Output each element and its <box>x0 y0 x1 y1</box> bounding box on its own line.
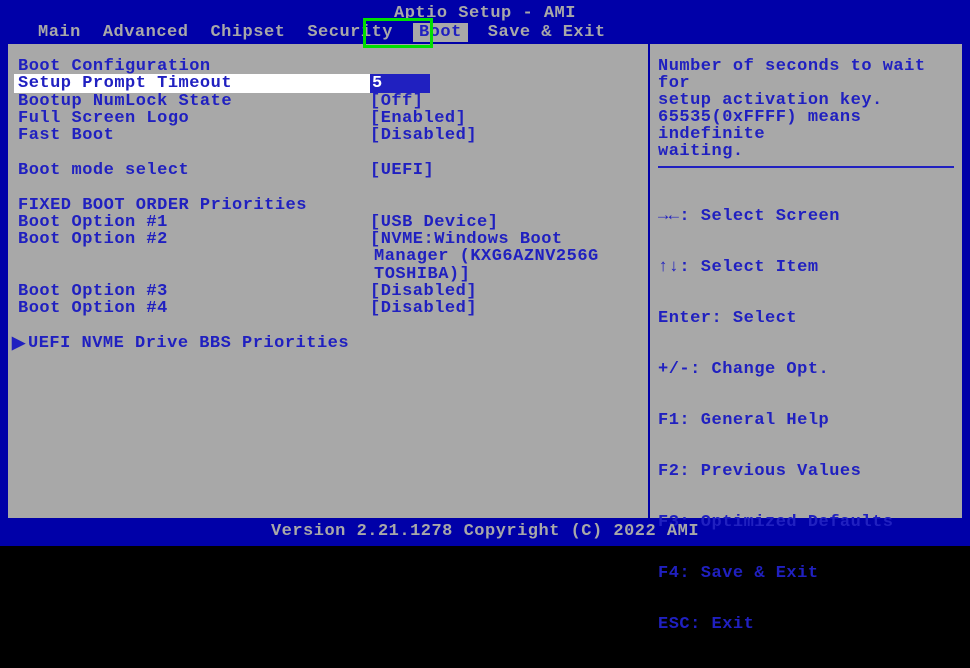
boot-option-1-row[interactable]: Boot Option #1 [USB Device] <box>14 214 642 231</box>
title-bar: Aptio Setup - AMI <box>0 0 970 22</box>
key-esc: ESC: Exit <box>658 616 954 633</box>
key-f1: F1: General Help <box>658 412 954 429</box>
settings-panel: Boot Configuration Setup Prompt Timeout … <box>6 42 648 520</box>
bios-setup-screen: Aptio Setup - AMI Main Advanced Chipset … <box>0 0 970 546</box>
bootup-numlock-value[interactable]: [Off] <box>370 92 642 111</box>
fullscreen-logo-row[interactable]: Full Screen Logo [Enabled] <box>14 110 642 127</box>
boot-option-2-row[interactable]: Boot Option #2 [NVME:Windows Boot <box>14 231 642 248</box>
key-f3: F3: Optimized Defaults <box>658 514 954 531</box>
menu-security[interactable]: Security <box>305 23 395 42</box>
help-line: 65535(0xFFFF) means indefinite <box>658 109 954 143</box>
boot-option-4-label: Boot Option #4 <box>14 299 370 318</box>
menu-chipset[interactable]: Chipset <box>208 23 287 42</box>
key-help: →←: Select Screen ↑↓: Select Item Enter:… <box>658 174 954 667</box>
menu-advanced[interactable]: Advanced <box>101 23 191 42</box>
key-select-item: ↑↓: Select Item <box>658 259 954 276</box>
boot-mode-label: Boot mode select <box>14 161 370 180</box>
uefi-nvme-submenu-row[interactable]: ▶ UEFI NVME Drive BBS Priorities <box>14 335 642 352</box>
menu-bar: Main Advanced Chipset Security Boot Save… <box>0 22 970 42</box>
boot-configuration-header: Boot Configuration <box>14 58 642 75</box>
help-divider <box>658 166 954 168</box>
key-f4: F4: Save & Exit <box>658 565 954 582</box>
fullscreen-logo-label: Full Screen Logo <box>14 109 370 128</box>
boot-option-4-row[interactable]: Boot Option #4 [Disabled] <box>14 300 642 317</box>
fixed-boot-order-header: FIXED BOOT ORDER Priorities <box>14 196 642 213</box>
help-line: Number of seconds to wait for <box>658 58 954 92</box>
bootup-numlock-label: Bootup NumLock State <box>14 92 370 111</box>
fullscreen-logo-value[interactable]: [Enabled] <box>370 109 642 128</box>
blank-row <box>14 179 642 196</box>
main-area: Boot Configuration Setup Prompt Timeout … <box>0 42 970 520</box>
blank-row <box>14 144 642 161</box>
fast-boot-row[interactable]: Fast Boot [Disabled] <box>14 127 642 144</box>
key-select-screen: →←: Select Screen <box>658 208 954 225</box>
boot-option-3-value[interactable]: [Disabled] <box>370 282 642 301</box>
boot-option-1-value[interactable]: [USB Device] <box>370 213 642 232</box>
help-line: waiting. <box>658 143 954 160</box>
fast-boot-label: Fast Boot <box>14 126 370 145</box>
boot-option-2-value-cont1: Manager (KXG6AZNV256G <box>14 248 642 265</box>
key-change: +/-: Change Opt. <box>658 361 954 378</box>
key-f2: F2: Previous Values <box>658 463 954 480</box>
boot-option-3-label: Boot Option #3 <box>14 282 370 301</box>
boot-option-1-label: Boot Option #1 <box>14 213 370 232</box>
key-enter: Enter: Select <box>658 310 954 327</box>
setup-prompt-timeout-label: Setup Prompt Timeout <box>14 74 370 93</box>
boot-mode-value[interactable]: [UEFI] <box>370 161 642 180</box>
help-text: Number of seconds to wait for setup acti… <box>658 58 954 160</box>
bootup-numlock-row[interactable]: Bootup NumLock State [Off] <box>14 93 642 110</box>
boot-option-3-row[interactable]: Boot Option #3 [Disabled] <box>14 283 642 300</box>
boot-option-2-label: Boot Option #2 <box>14 230 370 249</box>
boot-mode-row[interactable]: Boot mode select [UEFI] <box>14 162 642 179</box>
menu-boot[interactable]: Boot <box>413 23 468 42</box>
help-panel: Number of seconds to wait for setup acti… <box>648 42 964 520</box>
menu-main[interactable]: Main <box>36 23 83 42</box>
boot-option-2-value-cont2: TOSHIBA)] <box>14 266 642 283</box>
blank-row <box>14 317 642 334</box>
uefi-nvme-submenu-label: UEFI NVME Drive BBS Priorities <box>14 334 370 353</box>
setup-prompt-timeout-value[interactable]: 5 <box>370 74 430 93</box>
menu-save-exit[interactable]: Save & Exit <box>486 23 608 42</box>
boot-option-2-value[interactable]: [NVME:Windows Boot <box>370 230 642 249</box>
setup-prompt-timeout-row[interactable]: Setup Prompt Timeout 5 <box>14 75 642 92</box>
help-line: setup activation key. <box>658 92 954 109</box>
boot-option-4-value[interactable]: [Disabled] <box>370 299 642 318</box>
fast-boot-value[interactable]: [Disabled] <box>370 126 642 145</box>
submenu-arrow-icon: ▶ <box>12 333 26 354</box>
